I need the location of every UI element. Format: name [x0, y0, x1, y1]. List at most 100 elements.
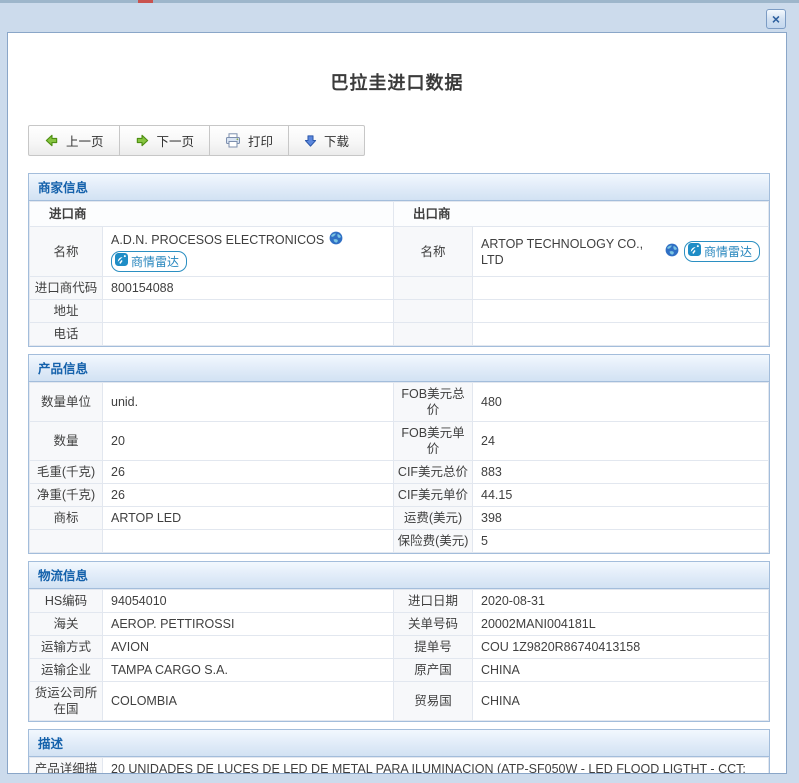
phone-label: 电话 — [30, 323, 103, 346]
arrow-left-icon — [44, 133, 59, 148]
row-value: COLOMBIA — [103, 682, 394, 721]
table-row: 运输方式 AVION 提单号 COU 1Z9820R86740413158 — [30, 636, 769, 659]
row-label: CIF美元总价 — [394, 461, 473, 484]
arrow-down-icon — [304, 134, 317, 148]
section-title: 商家信息 — [29, 174, 769, 201]
row-label: FOB美元总价 — [394, 383, 473, 422]
row-value: unid. — [103, 383, 394, 422]
table-row: 地址 — [30, 300, 769, 323]
table-row: 净重(千克) 26 CIF美元单价 44.15 — [30, 484, 769, 507]
section-description: 描述 产品详细描述 20 UNIDADES DE LUCES DE LED DE… — [28, 729, 770, 774]
section-logistics-info: 物流信息 HS编码 94054010 进口日期 2020-08-31 海关 AE… — [28, 561, 770, 722]
row-label: 商标 — [30, 507, 103, 530]
download-button[interactable]: 下载 — [289, 126, 364, 155]
row-label: 贸易国 — [394, 682, 473, 721]
row-label: 运费(美元) — [394, 507, 473, 530]
row-value: 94054010 — [103, 590, 394, 613]
row-value: 883 — [473, 461, 769, 484]
dialog-content-panel: 巴拉圭进口数据 上一页 下一页 — [7, 32, 787, 774]
download-label: 下载 — [324, 131, 349, 150]
section-merchant-info: 商家信息 进口商 出口商 名称 A.D.N. PROCESOS ELECTRON… — [28, 173, 770, 347]
row-value: TAMPA CARGO S.A. — [103, 659, 394, 682]
globe-icon[interactable] — [329, 231, 343, 249]
row-value: 26 — [103, 461, 394, 484]
next-page-button[interactable]: 下一页 — [120, 126, 211, 155]
table-row: HS编码 94054010 进口日期 2020-08-31 — [30, 590, 769, 613]
row-value: CHINA — [473, 659, 769, 682]
printer-icon — [225, 133, 241, 148]
row-label: 毛重(千克) — [30, 461, 103, 484]
description-table: 产品详细描述 20 UNIDADES DE LUCES DE LED DE ME… — [29, 757, 769, 774]
section-title: 产品信息 — [29, 355, 769, 382]
phone-value — [103, 323, 394, 346]
page-title: 巴拉圭进口数据 — [8, 69, 786, 95]
row-value: 480 — [473, 383, 769, 422]
section-title: 描述 — [29, 730, 769, 757]
row-label: 数量单位 — [30, 383, 103, 422]
address-value — [103, 300, 394, 323]
empty-value-cell — [473, 323, 769, 346]
prev-page-label: 上一页 — [66, 131, 104, 150]
exporter-name-label: 名称 — [394, 227, 473, 277]
importer-name: A.D.N. PROCESOS ELECTRONICOS — [111, 232, 324, 248]
radar-dish-icon — [688, 243, 701, 260]
row-value: 398 — [473, 507, 769, 530]
arrow-right-icon — [135, 133, 150, 148]
toolbar: 上一页 下一页 — [28, 125, 365, 156]
row-label: 运输企业 — [30, 659, 103, 682]
product-description-label: 产品详细描述 — [30, 758, 103, 775]
row-label: 进口日期 — [394, 590, 473, 613]
row-label: 保险费(美元) — [394, 530, 473, 553]
table-row: 进口商 出口商 — [30, 202, 769, 227]
table-row: 商标 ARTOP LED 运费(美元) 398 — [30, 507, 769, 530]
exporter-name-cell: ARTOP TECHNOLOGY CO., LTD 商情雷达 — [473, 227, 769, 277]
merchant-table: 进口商 出口商 名称 A.D.N. PROCESOS ELECTRONICOS — [29, 201, 769, 346]
table-row: 产品详细描述 20 UNIDADES DE LUCES DE LED DE ME… — [30, 758, 769, 775]
prev-page-button[interactable]: 上一页 — [29, 126, 120, 155]
row-value — [103, 530, 394, 553]
table-row: 进口商代码 800154088 — [30, 277, 769, 300]
table-row: 运输企业 TAMPA CARGO S.A. 原产国 CHINA — [30, 659, 769, 682]
row-label: CIF美元单价 — [394, 484, 473, 507]
table-row: 保险费(美元) 5 — [30, 530, 769, 553]
close-button[interactable]: × — [766, 9, 786, 29]
importer-name-cell: A.D.N. PROCESOS ELECTRONICOS — [103, 227, 394, 277]
row-value: 24 — [473, 422, 769, 461]
row-label: 原产国 — [394, 659, 473, 682]
row-value: 20 — [103, 422, 394, 461]
row-value: AVION — [103, 636, 394, 659]
row-label: FOB美元单价 — [394, 422, 473, 461]
exporter-name: ARTOP TECHNOLOGY CO., LTD — [481, 236, 660, 268]
row-label: 数量 — [30, 422, 103, 461]
print-button[interactable]: 打印 — [210, 126, 289, 155]
row-value: 20002MANI004181L — [473, 613, 769, 636]
importer-code-label: 进口商代码 — [30, 277, 103, 300]
globe-icon[interactable] — [665, 243, 679, 261]
row-label: 运输方式 — [30, 636, 103, 659]
print-label: 打印 — [248, 131, 273, 150]
row-value: 44.15 — [473, 484, 769, 507]
exporter-header: 出口商 — [394, 202, 769, 227]
row-value: ARTOP LED — [103, 507, 394, 530]
row-label: 净重(千克) — [30, 484, 103, 507]
row-label: 关单号码 — [394, 613, 473, 636]
radar-badge-label: 商情雷达 — [131, 254, 179, 270]
screenshot-stage: × 巴拉圭进口数据 上一页 下一页 — [0, 0, 799, 783]
importer-name-label: 名称 — [30, 227, 103, 277]
importer-header: 进口商 — [30, 202, 394, 227]
radar-badge[interactable]: 商情雷达 — [111, 251, 187, 272]
address-label: 地址 — [30, 300, 103, 323]
section-title: 物流信息 — [29, 562, 769, 589]
logistics-table: HS编码 94054010 进口日期 2020-08-31 海关 AEROP. … — [29, 589, 769, 721]
next-page-label: 下一页 — [157, 131, 195, 150]
radar-badge[interactable]: 商情雷达 — [684, 241, 760, 262]
table-row: 货运公司所在国 COLOMBIA 贸易国 CHINA — [30, 682, 769, 721]
empty-label-cell — [394, 277, 473, 300]
row-label — [30, 530, 103, 553]
row-label: HS编码 — [30, 590, 103, 613]
radar-dish-icon — [115, 253, 128, 270]
importer-code-value: 800154088 — [103, 277, 394, 300]
table-row: 数量单位 unid. FOB美元总价 480 — [30, 383, 769, 422]
dialog-window: × 巴拉圭进口数据 上一页 下一页 — [0, 3, 799, 783]
table-row: 海关 AEROP. PETTIROSSI 关单号码 20002MANI00418… — [30, 613, 769, 636]
